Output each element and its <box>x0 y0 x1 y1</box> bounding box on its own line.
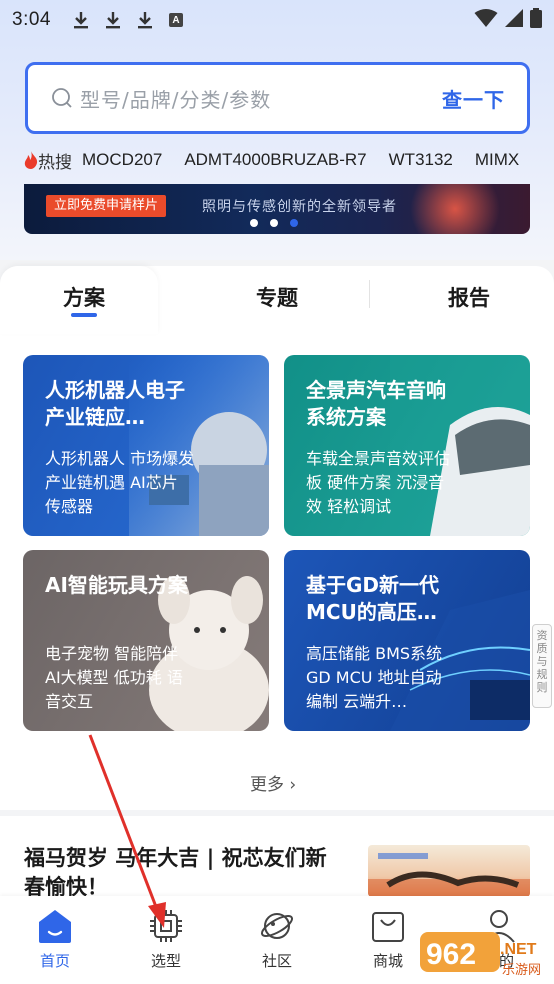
fire-icon <box>24 151 38 169</box>
tab-active-indicator <box>71 313 97 317</box>
solution-card[interactable]: 人形机器人电子产业链应… 人形机器人 市场爆发 产业链机遇 AI芯片 传感器 <box>23 355 269 536</box>
banner-artwork <box>410 184 500 234</box>
solution-card[interactable]: AI智能玩具方案 电子宠物 智能陪伴 AI大模型 低功耗 语音交互 <box>23 550 269 731</box>
search-input[interactable]: 型号/品牌/分类/参数 <box>80 84 442 113</box>
planet-icon <box>260 913 294 939</box>
notification-icons: A <box>73 11 183 29</box>
solution-card[interactable]: 基于GD新一代MCU的高压… 高压储能 BMS系统 GD MCU 地址自动编制 … <box>284 550 530 731</box>
nav-home[interactable]: 首页 <box>0 896 110 984</box>
side-tag[interactable]: 资质与规则 <box>532 624 552 708</box>
card-description: 人形机器人 市场爆发 产业链机遇 AI芯片 传感器 <box>45 449 195 516</box>
card-description: 高压储能 BMS系统 GD MCU 地址自动编制 云端升… <box>306 644 443 711</box>
download-icon <box>137 11 153 29</box>
hot-search-item[interactable]: ADMT4000BRUZAB-R7 <box>184 150 366 170</box>
search-bar[interactable]: 型号/品牌/分类/参数 查一下 <box>25 62 530 134</box>
card-title: 基于GD新一代MCU的高压… <box>306 573 440 624</box>
nav-home-label: 首页 <box>39 952 70 970</box>
nav-community[interactable]: 社区 <box>222 896 332 984</box>
card-title: AI智能玩具方案 <box>45 573 188 597</box>
battery-icon <box>530 8 542 32</box>
chip-icon <box>150 910 182 942</box>
tab-topics[interactable]: 专题 <box>256 282 298 312</box>
nav-selection[interactable]: 选型 <box>111 896 221 984</box>
wifi-icon <box>474 8 498 32</box>
pagination-dot <box>270 219 278 227</box>
watermark-number: 962 <box>426 938 476 971</box>
home-icon <box>39 910 71 943</box>
download-icon <box>105 11 121 29</box>
watermark-suffix: .NET <box>500 941 537 958</box>
shopping-bag-icon <box>372 912 404 942</box>
watermark-logo: 962 .NET 乐游网 <box>420 932 541 978</box>
news-thumbnail-artwork <box>368 853 530 897</box>
hot-search-item[interactable]: WT3132 <box>389 150 453 170</box>
card-title: 全景声汽车音响系统方案 <box>306 378 446 429</box>
card-description: 电子宠物 智能陪伴 AI大模型 低功耗 语音交互 <box>45 644 183 711</box>
search-button[interactable]: 查一下 <box>442 84 505 113</box>
download-icon <box>73 11 89 29</box>
card-title: 人形机器人电子产业链应… <box>45 378 185 429</box>
news-title[interactable]: 福马贺岁 马年大吉 | 祝芯友们新春愉快！ <box>24 844 344 902</box>
app-notification-icon: A <box>168 13 183 27</box>
more-button[interactable]: 更多 › <box>250 770 296 795</box>
card-description: 车载全景声音效评估板 硬件方案 沉浸音效 轻松调试 <box>306 449 451 516</box>
nav-selection-label: 选型 <box>150 952 181 970</box>
hot-search-item[interactable]: MOCD207 <box>82 150 162 170</box>
system-icons <box>474 8 542 32</box>
signal-icon <box>504 8 524 32</box>
tab-reports[interactable]: 报告 <box>448 282 490 312</box>
banner-slogan: 照明与传感创新的全新领导者 <box>202 199 397 215</box>
tab-solutions[interactable]: 方案 <box>63 282 105 312</box>
banner-pagination <box>250 219 298 227</box>
solution-card[interactable]: 全景声汽车音响系统方案 车载全景声音效评估板 硬件方案 沉浸音效 轻松调试 <box>284 355 530 536</box>
chevron-right-icon: › <box>284 775 297 795</box>
pagination-dot <box>250 219 258 227</box>
banner-cta-button[interactable]: 立即免费申请样片 <box>46 195 167 217</box>
search-icon <box>52 88 72 108</box>
status-bar: 3:04 A <box>0 0 554 40</box>
news-thumbnail[interactable] <box>368 845 530 897</box>
nav-community-label: 社区 <box>261 952 292 970</box>
tab-divider <box>369 280 370 308</box>
status-time: 3:04 <box>12 9 51 30</box>
watermark-subtitle: 乐游网 <box>502 963 541 978</box>
pagination-dot-active <box>290 219 298 227</box>
hot-search-item[interactable]: MIMX <box>475 150 519 170</box>
hot-search-label: 热搜 <box>24 148 72 172</box>
hot-search-bar: 热搜 MOCD207 ADMT4000BRUZAB-R7 WT3132 MIMX <box>24 148 530 172</box>
